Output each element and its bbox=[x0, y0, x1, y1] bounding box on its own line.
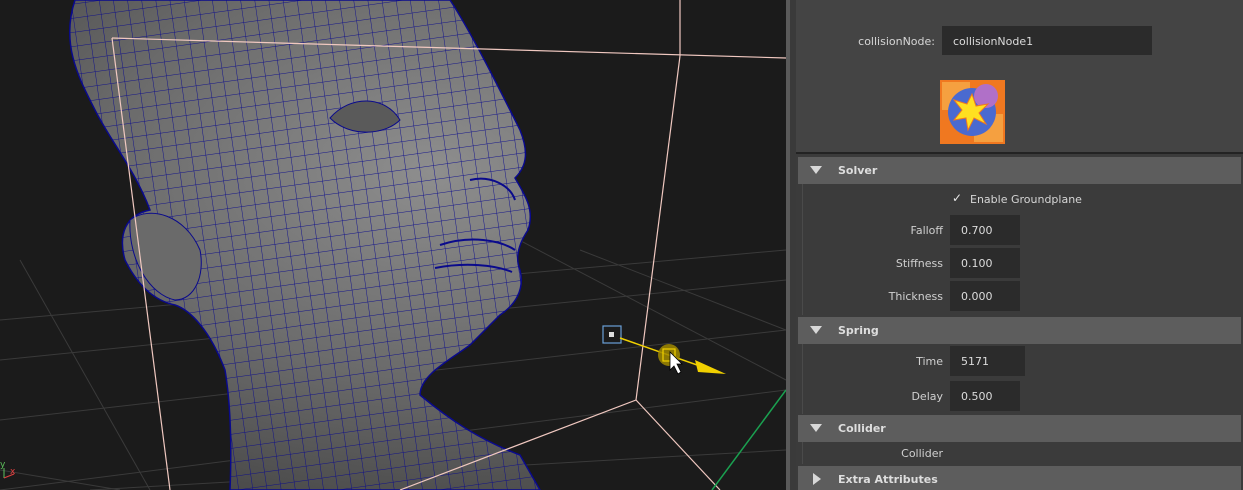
delay-field[interactable]: 0.500 bbox=[950, 381, 1020, 411]
section-collider-title: Collider bbox=[838, 422, 886, 435]
thickness-field[interactable]: 0.000 bbox=[950, 281, 1020, 311]
stiffness-row: Stiffness 0.100 bbox=[796, 248, 1243, 278]
node-name-row: collisionNode: collisionNode1 bbox=[796, 26, 1243, 56]
section-extra-attributes-header[interactable]: Extra Attributes bbox=[798, 466, 1241, 490]
section-solver-header[interactable]: Solver bbox=[798, 157, 1241, 184]
stiffness-field[interactable]: 0.100 bbox=[950, 248, 1020, 278]
falloff-label: Falloff bbox=[910, 224, 943, 237]
collapse-triangle-icon bbox=[813, 473, 821, 485]
section-solver-title: Solver bbox=[838, 164, 878, 177]
section-extra-attributes-title: Extra Attributes bbox=[838, 473, 938, 486]
viewport-3d[interactable]: y x bbox=[0, 0, 786, 490]
section-spring-header[interactable]: Spring bbox=[798, 317, 1241, 344]
axis-y-label: y bbox=[0, 460, 6, 470]
expand-triangle-icon bbox=[810, 326, 822, 334]
delay-row: Delay 0.500 bbox=[796, 381, 1243, 411]
enable-groundplane-label: Enable Groundplane bbox=[970, 193, 1082, 206]
collision-node-icon bbox=[940, 80, 1005, 144]
section-collider-header[interactable]: Collider bbox=[798, 415, 1241, 442]
stiffness-label: Stiffness bbox=[895, 257, 943, 270]
section-spring-title: Spring bbox=[838, 324, 879, 337]
delay-label: Delay bbox=[911, 390, 943, 403]
falloff-field[interactable]: 0.700 bbox=[950, 215, 1020, 245]
thickness-row: Thickness 0.000 bbox=[796, 281, 1243, 311]
node-name-label: collisionNode: bbox=[858, 35, 935, 48]
time-field[interactable]: 5171 bbox=[950, 346, 1025, 376]
expand-triangle-icon bbox=[810, 166, 822, 174]
time-row: Time 5171 bbox=[796, 346, 1243, 376]
manipulator-gizmo bbox=[602, 325, 726, 375]
axis-x-label: x bbox=[10, 467, 16, 477]
attribute-editor: collisionNode: collisionNode1 Solver ✓ E… bbox=[796, 0, 1243, 490]
time-label: Time bbox=[916, 355, 943, 368]
head-mesh bbox=[68, 0, 541, 490]
checkmark-icon: ✓ bbox=[952, 191, 963, 205]
node-name-field[interactable]: collisionNode1 bbox=[942, 26, 1152, 55]
thickness-label: Thickness bbox=[888, 290, 943, 303]
falloff-row: Falloff 0.700 bbox=[796, 215, 1243, 245]
expand-triangle-icon bbox=[810, 424, 822, 432]
axis-indicator-icon: y x bbox=[0, 460, 16, 479]
viewport-scene[interactable]: y x bbox=[0, 0, 786, 490]
collider-label: Collider bbox=[901, 447, 943, 460]
